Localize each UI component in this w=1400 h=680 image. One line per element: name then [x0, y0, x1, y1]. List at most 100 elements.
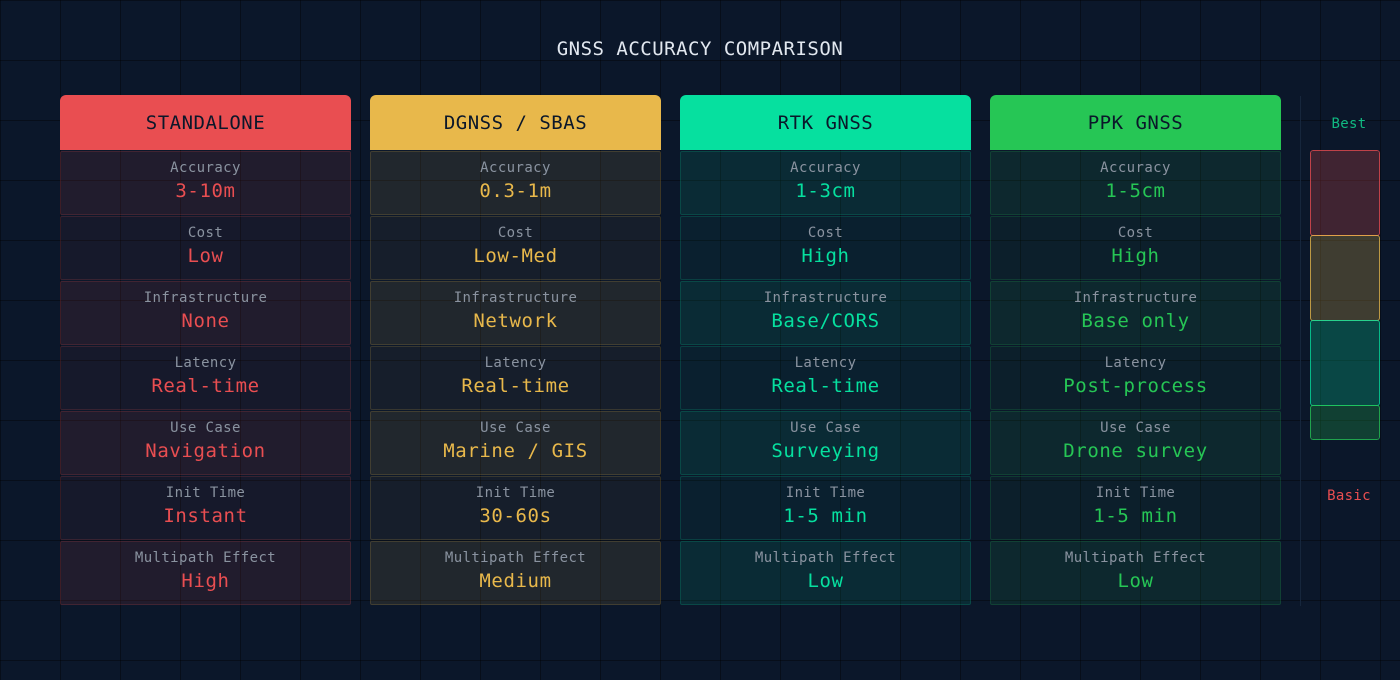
- scale-top-label: Best: [1331, 116, 1367, 132]
- cell-use-case: Use Case Surveying: [680, 411, 971, 475]
- cell-value: Real-time: [151, 375, 260, 397]
- cell-latency: Latency Post-process: [990, 346, 1281, 410]
- scale-divider: [1300, 96, 1301, 606]
- cell-label: Infrastructure: [143, 290, 268, 306]
- cell-value: Marine / GIS: [443, 440, 588, 462]
- cell-label: Infrastructure: [1073, 290, 1198, 306]
- scale-segment-rtk: [1310, 320, 1380, 406]
- cell-cost: Cost Low-Med: [370, 216, 661, 280]
- cell-value: Medium: [479, 570, 552, 592]
- cell-label: Latency: [174, 355, 237, 371]
- cell-label: Use Case: [790, 420, 861, 436]
- cell-value: Instant: [163, 505, 248, 527]
- column-header: STANDALONE: [60, 95, 351, 150]
- cell-latency: Latency Real-time: [680, 346, 971, 410]
- cell-value: Low-Med: [473, 245, 558, 267]
- scale-segment-dgnss: [1310, 235, 1380, 321]
- cell-label: Accuracy: [480, 160, 551, 176]
- scale-bottom-label: Basic: [1327, 488, 1371, 504]
- cell-label: Accuracy: [170, 160, 241, 176]
- cell-value: High: [801, 245, 850, 267]
- cell-init-time: Init Time Instant: [60, 476, 351, 540]
- cell-label: Multipath Effect: [1064, 550, 1207, 566]
- cell-value: 1-5 min: [783, 505, 868, 527]
- cell-value: 1-5cm: [1105, 180, 1166, 202]
- column-rtk-gnss: RTK GNSS Accuracy 1-3cm Cost High Infrastruct…: [680, 95, 971, 605]
- cell-value: Drone survey: [1063, 440, 1208, 462]
- column-header: RTK GNSS: [680, 95, 971, 150]
- cell-value: Real-time: [771, 375, 880, 397]
- cell-label: Latency: [1104, 355, 1167, 371]
- cell-value: Real-time: [461, 375, 570, 397]
- cell-value: 1-3cm: [795, 180, 856, 202]
- cell-value: Surveying: [771, 440, 880, 462]
- cell-label: Cost: [807, 225, 844, 241]
- cell-label: Init Time: [475, 485, 556, 501]
- cell-multipath-effect: Multipath Effect Low: [990, 541, 1281, 605]
- cell-value: 0.3-1m: [479, 180, 552, 202]
- cell-value: Navigation: [145, 440, 266, 462]
- cell-cost: Cost High: [680, 216, 971, 280]
- cell-label: Multipath Effect: [754, 550, 897, 566]
- cell-label: Cost: [497, 225, 534, 241]
- column-header: PPK GNSS: [990, 95, 1281, 150]
- cell-label: Cost: [187, 225, 224, 241]
- cell-accuracy: Accuracy 1-5cm: [990, 151, 1281, 215]
- cell-value: 1-5 min: [1093, 505, 1178, 527]
- cell-value: Base only: [1081, 310, 1190, 332]
- cell-infrastructure: Infrastructure Base/CORS: [680, 281, 971, 345]
- cell-multipath-effect: Multipath Effect Low: [680, 541, 971, 605]
- cell-label: Use Case: [480, 420, 551, 436]
- cell-infrastructure: Infrastructure Network: [370, 281, 661, 345]
- column-dgnss-sbas: DGNSS / SBAS Accuracy 0.3-1m Cost Low-Med Inf…: [370, 95, 661, 605]
- cell-accuracy: Accuracy 0.3-1m: [370, 151, 661, 215]
- cell-label: Init Time: [165, 485, 246, 501]
- cell-init-time: Init Time 1-5 min: [680, 476, 971, 540]
- cell-value: Low: [807, 570, 844, 592]
- cell-value: High: [181, 570, 230, 592]
- cell-value: None: [181, 310, 230, 332]
- cell-infrastructure: Infrastructure None: [60, 281, 351, 345]
- cell-cost: Cost Low: [60, 216, 351, 280]
- column-standalone: STANDALONE Accuracy 3-10m Cost Low Infrastruc…: [60, 95, 351, 605]
- cell-label: Multipath Effect: [444, 550, 587, 566]
- column-ppk-gnss: PPK GNSS Accuracy 1-5cm Cost High Infrastruct…: [990, 95, 1281, 605]
- cell-label: Init Time: [1095, 485, 1176, 501]
- cell-value: 30-60s: [479, 505, 552, 527]
- cell-label: Multipath Effect: [134, 550, 277, 566]
- cell-label: Infrastructure: [453, 290, 578, 306]
- cell-value: Base/CORS: [771, 310, 880, 332]
- cell-multipath-effect: Multipath Effect High: [60, 541, 351, 605]
- cell-infrastructure: Infrastructure Base only: [990, 281, 1281, 345]
- cell-label: Cost: [1117, 225, 1154, 241]
- cell-label: Latency: [484, 355, 547, 371]
- accuracy-scale-bar: [1310, 150, 1380, 440]
- cell-use-case: Use Case Drone survey: [990, 411, 1281, 475]
- cell-value: 3-10m: [175, 180, 236, 202]
- cell-multipath-effect: Multipath Effect Medium: [370, 541, 661, 605]
- cell-use-case: Use Case Navigation: [60, 411, 351, 475]
- cell-latency: Latency Real-time: [370, 346, 661, 410]
- page-title: GNSS ACCURACY COMPARISON: [556, 38, 844, 60]
- cell-init-time: Init Time 30-60s: [370, 476, 661, 540]
- cell-value: Low: [187, 245, 224, 267]
- cell-value: Low: [1117, 570, 1154, 592]
- cell-cost: Cost High: [990, 216, 1281, 280]
- cell-label: Infrastructure: [763, 290, 888, 306]
- cell-value: High: [1111, 245, 1160, 267]
- column-header: DGNSS / SBAS: [370, 95, 661, 150]
- cell-label: Use Case: [1100, 420, 1171, 436]
- cell-init-time: Init Time 1-5 min: [990, 476, 1281, 540]
- cell-label: Accuracy: [790, 160, 861, 176]
- cell-use-case: Use Case Marine / GIS: [370, 411, 661, 475]
- cell-label: Use Case: [170, 420, 241, 436]
- cell-value: Post-process: [1063, 375, 1208, 397]
- cell-accuracy: Accuracy 1-3cm: [680, 151, 971, 215]
- scale-segment-standalone: [1310, 150, 1380, 236]
- cell-latency: Latency Real-time: [60, 346, 351, 410]
- scale-segment-ppk: [1310, 405, 1380, 440]
- cell-label: Init Time: [785, 485, 866, 501]
- cell-label: Accuracy: [1100, 160, 1171, 176]
- cell-label: Latency: [794, 355, 857, 371]
- cell-accuracy: Accuracy 3-10m: [60, 151, 351, 215]
